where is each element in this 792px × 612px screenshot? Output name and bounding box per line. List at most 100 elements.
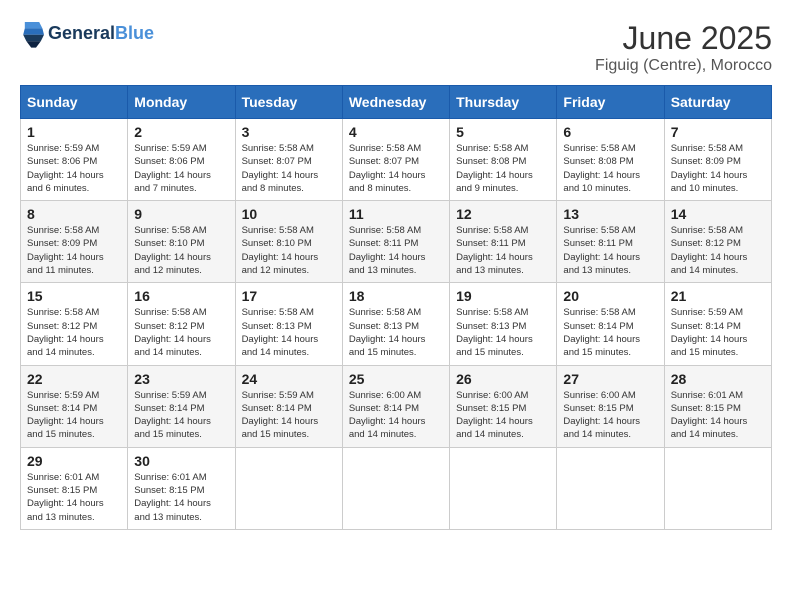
day-info: Sunrise: 6:00 AMSunset: 8:14 PMDaylight:…	[349, 389, 443, 442]
day-number: 16	[134, 288, 228, 304]
day-info: Sunrise: 5:58 AMSunset: 8:07 PMDaylight:…	[349, 142, 443, 195]
calendar-cell	[557, 447, 664, 529]
calendar-cell: 27 Sunrise: 6:00 AMSunset: 8:15 PMDayligh…	[557, 365, 664, 447]
calendar-cell: 22Sunrise: 5:59 AMSunset: 8:14 PMDayligh…	[21, 365, 128, 447]
calendar-cell	[664, 447, 771, 529]
day-info: Sunrise: 6:01 AMSunset: 8:15 PMDaylight:…	[134, 471, 228, 524]
calendar-cell: 20 Sunrise: 5:58 AMSunset: 8:14 PMDayligh…	[557, 283, 664, 365]
day-number: 4	[349, 124, 443, 140]
day-info: Sunrise: 5:58 AMSunset: 8:13 PMDaylight:…	[242, 306, 336, 359]
day-number: 20	[563, 288, 657, 304]
page-header: GeneralBlue June 2025 Figuig (Centre), M…	[20, 20, 772, 75]
day-info: Sunrise: 5:59 AMSunset: 8:06 PMDaylight:…	[27, 142, 121, 195]
calendar-cell: 10 Sunrise: 5:58 AMSunset: 8:10 PMDayligh…	[235, 201, 342, 283]
day-header-sunday: Sunday	[21, 86, 128, 119]
day-number: 17	[242, 288, 336, 304]
calendar-cell	[235, 447, 342, 529]
day-info: Sunrise: 5:58 AMSunset: 8:07 PMDaylight:…	[242, 142, 336, 195]
day-number: 12	[456, 206, 550, 222]
day-number: 26	[456, 371, 550, 387]
calendar-cell: 5 Sunrise: 5:58 AMSunset: 8:08 PMDaylight…	[450, 119, 557, 201]
calendar-cell: 4 Sunrise: 5:58 AMSunset: 8:07 PMDaylight…	[342, 119, 449, 201]
day-number: 13	[563, 206, 657, 222]
day-number: 21	[671, 288, 765, 304]
day-info: Sunrise: 5:58 AMSunset: 8:13 PMDaylight:…	[456, 306, 550, 359]
calendar-cell: 18 Sunrise: 5:58 AMSunset: 8:13 PMDayligh…	[342, 283, 449, 365]
day-number: 29	[27, 453, 121, 469]
calendar-cell: 14 Sunrise: 5:58 AMSunset: 8:12 PMDayligh…	[664, 201, 771, 283]
day-info: Sunrise: 5:58 AMSunset: 8:13 PMDaylight:…	[349, 306, 443, 359]
title-block: June 2025 Figuig (Centre), Morocco	[595, 20, 772, 75]
calendar-cell: 12 Sunrise: 5:58 AMSunset: 8:11 PMDayligh…	[450, 201, 557, 283]
calendar-cell	[450, 447, 557, 529]
day-number: 9	[134, 206, 228, 222]
calendar-cell: 8 Sunrise: 5:58 AMSunset: 8:09 PMDaylight…	[21, 201, 128, 283]
calendar-cell: 15Sunrise: 5:58 AMSunset: 8:12 PMDayligh…	[21, 283, 128, 365]
day-info: Sunrise: 5:59 AMSunset: 8:14 PMDaylight:…	[242, 389, 336, 442]
calendar-cell: 9 Sunrise: 5:58 AMSunset: 8:10 PMDaylight…	[128, 201, 235, 283]
day-info: Sunrise: 5:59 AMSunset: 8:06 PMDaylight:…	[134, 142, 228, 195]
day-info: Sunrise: 6:00 AMSunset: 8:15 PMDaylight:…	[563, 389, 657, 442]
day-number: 15	[27, 288, 121, 304]
day-number: 23	[134, 371, 228, 387]
calendar-cell: 19Sunrise: 5:58 AMSunset: 8:13 PMDayligh…	[450, 283, 557, 365]
logo-icon	[20, 20, 44, 48]
calendar-cell: 3 Sunrise: 5:58 AMSunset: 8:07 PMDaylight…	[235, 119, 342, 201]
calendar-week-row: 22 Sunrise: 5:59 AMSunset: 8:14 PMDayligh…	[21, 365, 772, 447]
day-number: 5	[456, 124, 550, 140]
day-number: 28	[671, 371, 765, 387]
day-number: 6	[563, 124, 657, 140]
day-header-thursday: Thursday	[450, 86, 557, 119]
day-number: 24	[242, 371, 336, 387]
calendar-week-row: 8 Sunrise: 5:58 AMSunset: 8:09 PMDaylight…	[21, 201, 772, 283]
calendar-week-row: 29 Sunrise: 6:01 AMSunset: 8:15 PMDayligh…	[21, 447, 772, 529]
day-info: Sunrise: 5:58 AMSunset: 8:09 PMDaylight:…	[671, 142, 765, 195]
day-number: 8	[27, 206, 121, 222]
day-number: 27	[563, 371, 657, 387]
day-info: Sunrise: 5:58 AMSunset: 8:08 PMDaylight:…	[563, 142, 657, 195]
calendar-cell: 16 Sunrise: 5:58 AMSunset: 8:12 PMDayligh…	[128, 283, 235, 365]
calendar-cell: 7Sunrise: 5:58 AMSunset: 8:09 PMDaylight…	[664, 119, 771, 201]
day-info: Sunrise: 5:58 AMSunset: 8:12 PMDaylight:…	[134, 306, 228, 359]
calendar-cell: 1 Sunrise: 5:59 AMSunset: 8:06 PMDaylight…	[21, 119, 128, 201]
calendar-cell: 21Sunrise: 5:59 AMSunset: 8:14 PMDayligh…	[664, 283, 771, 365]
day-number: 3	[242, 124, 336, 140]
day-info: Sunrise: 5:58 AMSunset: 8:10 PMDaylight:…	[242, 224, 336, 277]
day-number: 1	[27, 124, 121, 140]
day-info: Sunrise: 5:58 AMSunset: 8:11 PMDaylight:…	[563, 224, 657, 277]
calendar-cell: 17 Sunrise: 5:58 AMSunset: 8:13 PMDayligh…	[235, 283, 342, 365]
day-number: 30	[134, 453, 228, 469]
day-number: 22	[27, 371, 121, 387]
day-info: Sunrise: 5:58 AMSunset: 8:09 PMDaylight:…	[27, 224, 121, 277]
calendar-header-row: SundayMondayTuesdayWednesdayThursdayFrid…	[21, 86, 772, 119]
day-number: 10	[242, 206, 336, 222]
day-number: 2	[134, 124, 228, 140]
day-header-friday: Friday	[557, 86, 664, 119]
day-info: Sunrise: 5:58 AMSunset: 8:12 PMDaylight:…	[671, 224, 765, 277]
calendar-cell: 6 Sunrise: 5:58 AMSunset: 8:08 PMDaylight…	[557, 119, 664, 201]
day-info: Sunrise: 5:58 AMSunset: 8:11 PMDaylight:…	[456, 224, 550, 277]
day-header-monday: Monday	[128, 86, 235, 119]
calendar-cell: 2 Sunrise: 5:59 AMSunset: 8:06 PMDaylight…	[128, 119, 235, 201]
day-info: Sunrise: 6:01 AMSunset: 8:15 PMDaylight:…	[27, 471, 121, 524]
calendar-cell: 11Sunrise: 5:58 AMSunset: 8:11 PMDayligh…	[342, 201, 449, 283]
day-info: Sunrise: 5:58 AMSunset: 8:08 PMDaylight:…	[456, 142, 550, 195]
calendar-table: SundayMondayTuesdayWednesdayThursdayFrid…	[20, 85, 772, 530]
location: Figuig (Centre), Morocco	[595, 57, 772, 75]
calendar-week-row: 15 Sunrise: 5:58 AMSunset: 8:12 PMDayligh…	[21, 283, 772, 365]
calendar-cell: 25Sunrise: 6:00 AMSunset: 8:14 PMDayligh…	[342, 365, 449, 447]
calendar-week-row: 1 Sunrise: 5:59 AMSunset: 8:06 PMDaylight…	[21, 119, 772, 201]
day-info: Sunrise: 5:58 AMSunset: 8:10 PMDaylight:…	[134, 224, 228, 277]
day-info: Sunrise: 5:58 AMSunset: 8:11 PMDaylight:…	[349, 224, 443, 277]
day-header-saturday: Saturday	[664, 86, 771, 119]
calendar-cell: 23 Sunrise: 5:59 AMSunset: 8:14 PMDayligh…	[128, 365, 235, 447]
day-header-wednesday: Wednesday	[342, 86, 449, 119]
day-info: Sunrise: 5:58 AMSunset: 8:14 PMDaylight:…	[563, 306, 657, 359]
day-number: 18	[349, 288, 443, 304]
calendar-cell: 26Sunrise: 6:00 AMSunset: 8:15 PMDayligh…	[450, 365, 557, 447]
calendar-cell: 30 Sunrise: 6:01 AMSunset: 8:15 PMDayligh…	[128, 447, 235, 529]
calendar-cell: 13 Sunrise: 5:58 AMSunset: 8:11 PMDayligh…	[557, 201, 664, 283]
day-number: 14	[671, 206, 765, 222]
day-info: Sunrise: 5:59 AMSunset: 8:14 PMDaylight:…	[134, 389, 228, 442]
calendar-cell: 29 Sunrise: 6:01 AMSunset: 8:15 PMDayligh…	[21, 447, 128, 529]
